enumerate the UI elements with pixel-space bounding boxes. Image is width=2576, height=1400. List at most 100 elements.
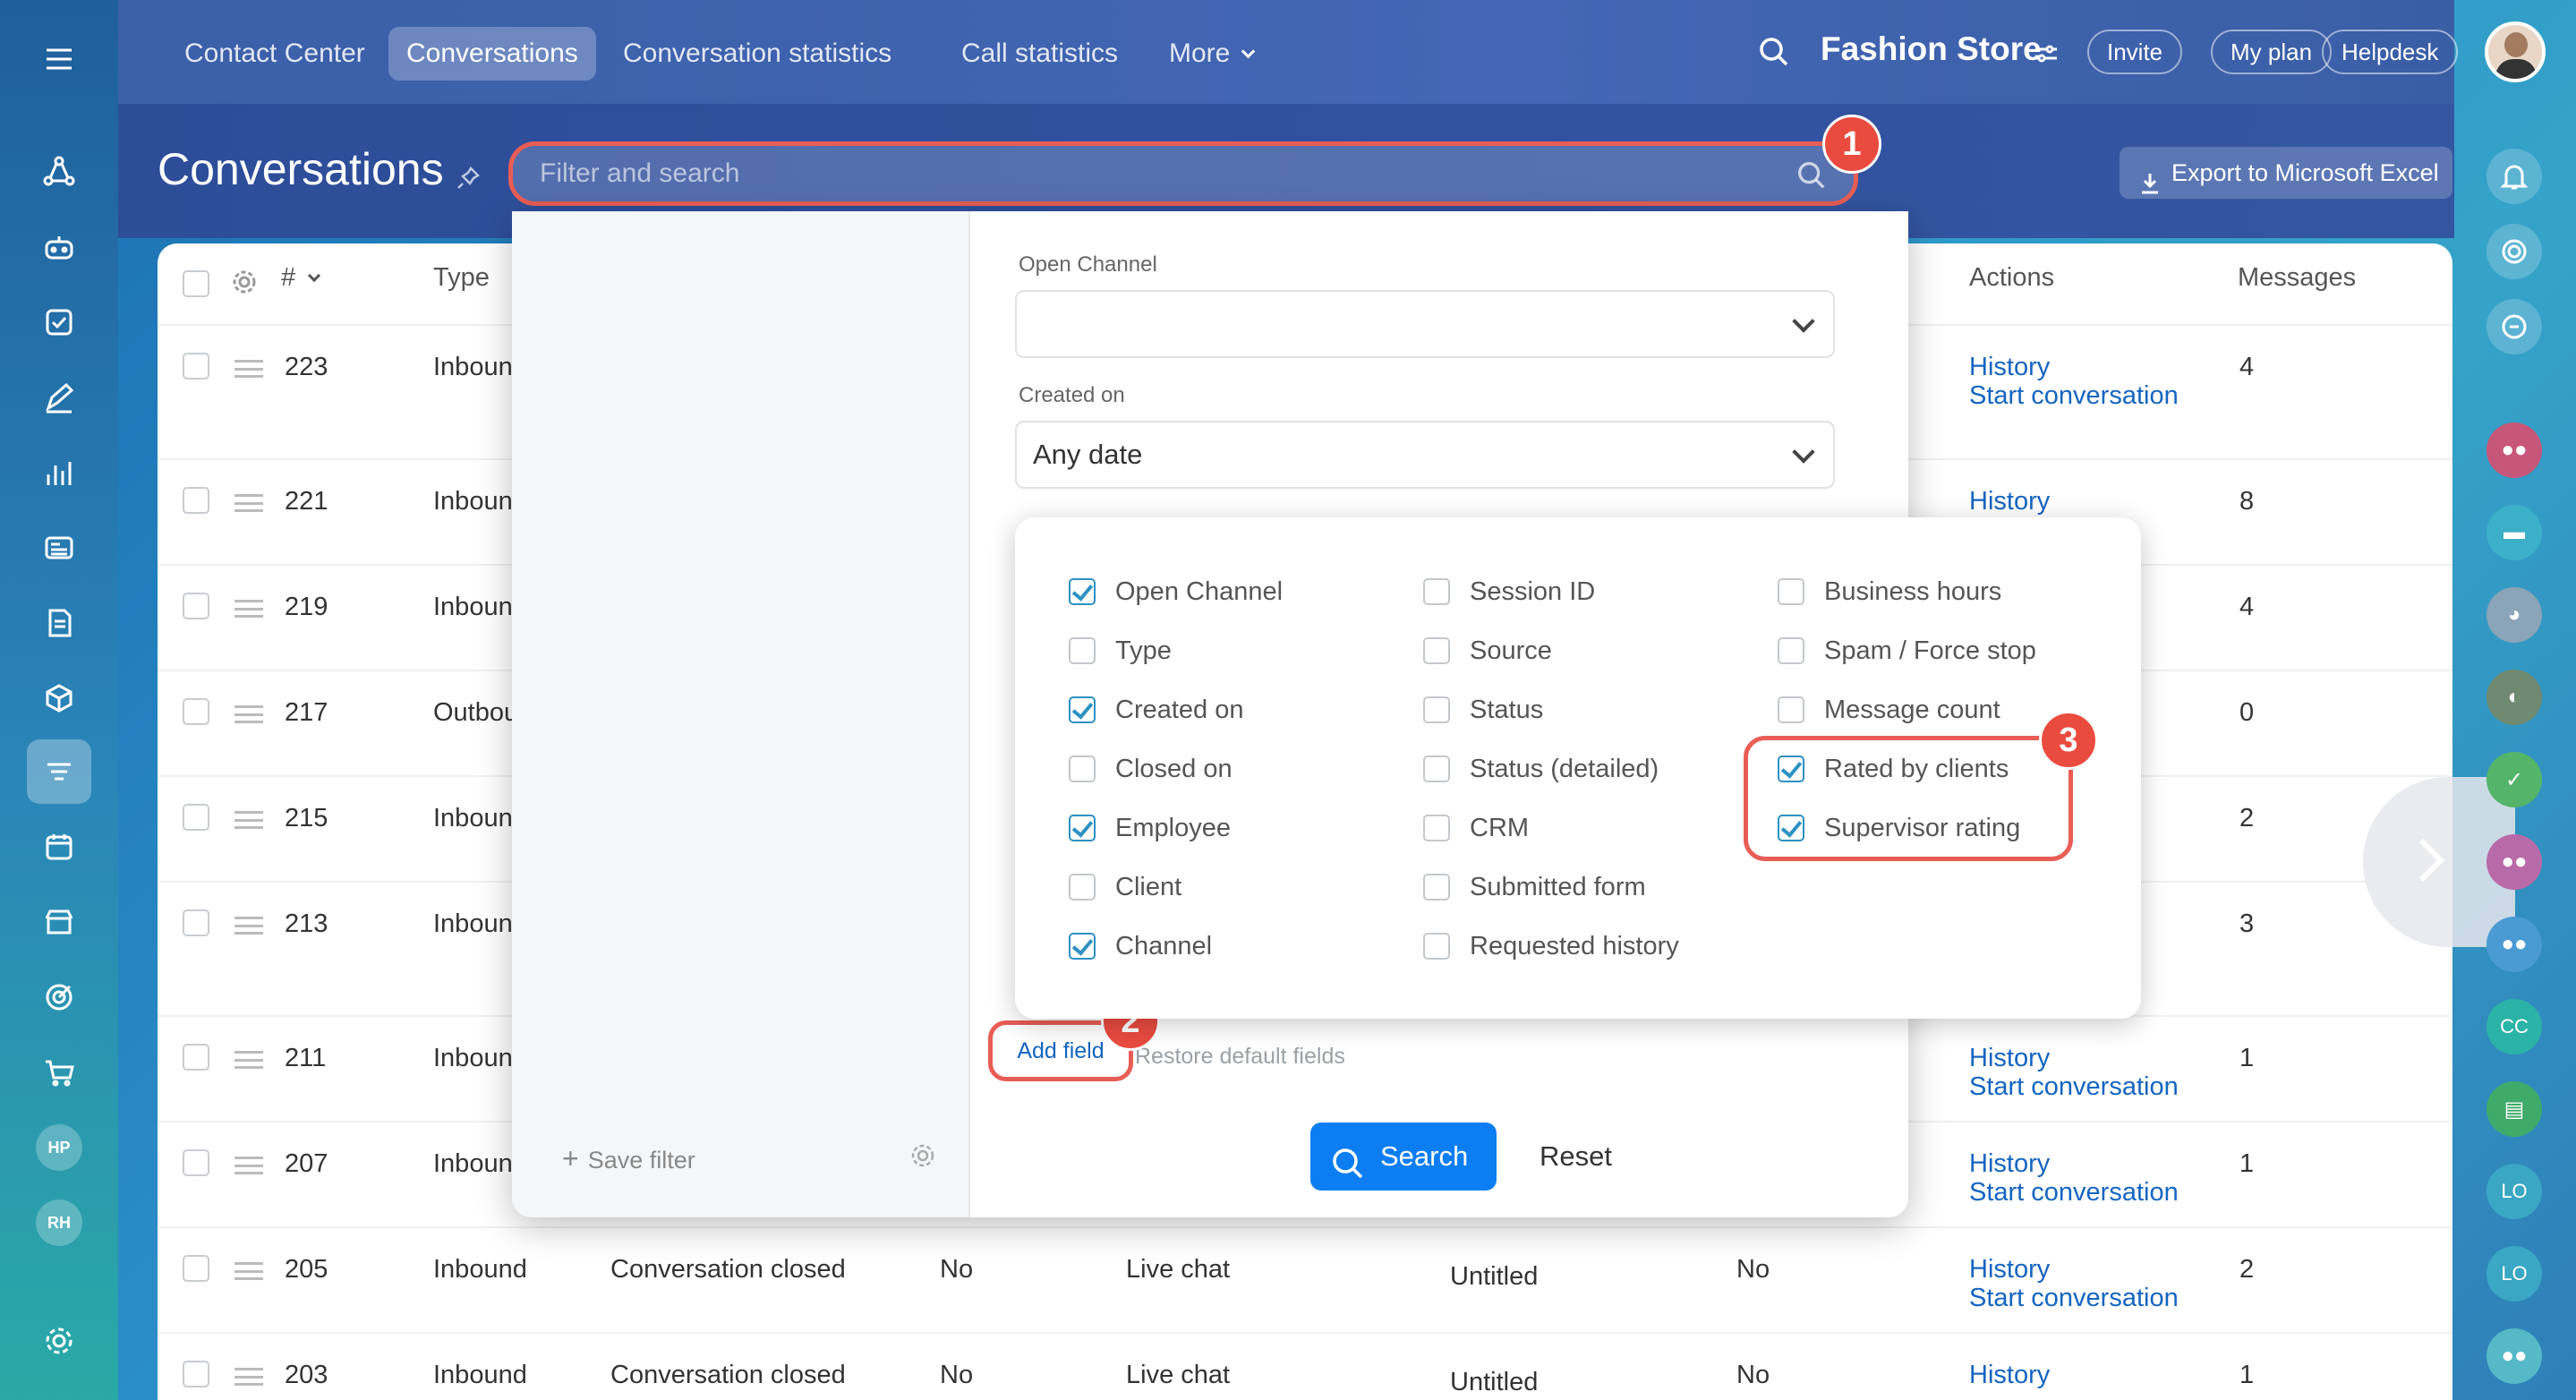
user-avatar[interactable] xyxy=(2485,21,2546,82)
search-icon[interactable] xyxy=(1756,34,1792,74)
filter-search-button[interactable]: Search xyxy=(1310,1123,1497,1191)
field-option-employee[interactable]: Employee xyxy=(1069,813,1231,843)
crm-icon[interactable] xyxy=(27,140,91,204)
history-link[interactable]: History xyxy=(1969,353,2050,382)
drag-handle-icon[interactable] xyxy=(235,1262,263,1280)
history-link[interactable]: History xyxy=(1969,1361,2050,1390)
start-conversation-link[interactable]: Start conversation xyxy=(1969,381,2179,411)
field-option-status-detailed-[interactable]: Status (detailed) xyxy=(1423,754,1659,784)
filter-settings-icon[interactable] xyxy=(909,1142,936,1174)
column-header-actions[interactable]: Actions xyxy=(1969,263,2054,293)
filter-search-box[interactable] xyxy=(508,141,1858,206)
field-option-submitted-form[interactable]: Submitted form xyxy=(1423,872,1646,902)
table-row[interactable]: 205 Inbound Conversation closed No Live chat… xyxy=(158,1226,2452,1332)
open-channel-chat-icon[interactable]: ▬ xyxy=(2486,505,2542,560)
avatar-cc[interactable]: CC xyxy=(2486,999,2542,1054)
settings-icon[interactable] xyxy=(27,1309,91,1373)
store-settings-icon[interactable] xyxy=(2034,43,2059,69)
drag-handle-icon[interactable] xyxy=(235,1051,263,1069)
team-avatar-icon[interactable]: ●● xyxy=(2486,834,2542,890)
row-checkbox[interactable] xyxy=(183,487,209,514)
contact-center-icon[interactable] xyxy=(27,739,91,804)
column-header-messages[interactable]: Messages xyxy=(2238,263,2356,293)
tasks-icon[interactable] xyxy=(27,290,91,354)
search-icon[interactable] xyxy=(1795,158,1829,197)
copilot-icon[interactable] xyxy=(27,215,91,279)
people-avatar-icon[interactable]: ●● xyxy=(2486,917,2542,972)
checkbox[interactable] xyxy=(1069,815,1096,841)
filter-search-input[interactable] xyxy=(540,146,1775,201)
field-option-channel[interactable]: Channel xyxy=(1069,931,1212,961)
chat-search-icon[interactable] xyxy=(2486,299,2542,354)
avatar-lo-1[interactable]: LO xyxy=(2486,1164,2542,1219)
field-option-type[interactable]: Type xyxy=(1069,636,1172,666)
field-option-message-count[interactable]: Message count xyxy=(1778,695,2000,725)
news-icon[interactable] xyxy=(27,516,91,580)
checkbox[interactable] xyxy=(1423,874,1450,901)
checkbox[interactable] xyxy=(1069,637,1096,664)
drag-handle-icon[interactable] xyxy=(235,1368,263,1386)
field-option-source[interactable]: Source xyxy=(1423,636,1552,666)
select-all-checkbox[interactable] xyxy=(183,270,209,297)
row-checkbox[interactable] xyxy=(183,593,209,619)
filter-reset-button[interactable]: Reset xyxy=(1540,1123,1612,1191)
start-conversation-link[interactable]: Start conversation xyxy=(1969,1284,2179,1313)
start-conversation-link[interactable]: Start conversation xyxy=(1969,1178,2179,1208)
group-icon[interactable]: ●● xyxy=(2486,1328,2542,1384)
row-checkbox[interactable] xyxy=(183,1255,209,1282)
field-option-status[interactable]: Status xyxy=(1423,695,1543,725)
user-photo-avatar-icon[interactable]: ◐ xyxy=(2486,670,2542,725)
documents-icon[interactable] xyxy=(27,591,91,655)
history-link[interactable]: History xyxy=(1969,1149,2050,1179)
target-icon[interactable] xyxy=(2486,224,2542,279)
row-checkbox[interactable] xyxy=(183,1044,209,1071)
avatar-lo-2[interactable]: LO xyxy=(2486,1246,2542,1302)
created-on-select[interactable]: Any date xyxy=(1015,421,1835,489)
avatar-hp[interactable]: HP xyxy=(36,1124,82,1171)
sign-icon[interactable] xyxy=(27,365,91,430)
row-checkbox[interactable] xyxy=(183,1361,209,1387)
marketing-icon[interactable] xyxy=(27,965,91,1029)
checkbox[interactable] xyxy=(1778,578,1804,605)
pin-icon[interactable] xyxy=(455,165,482,196)
restore-default-fields-link[interactable]: Restore default fields xyxy=(1135,1044,1345,1070)
nav-conversations[interactable]: Conversations xyxy=(388,27,596,81)
column-header-num[interactable]: # xyxy=(281,263,321,293)
tasks-chat-icon[interactable]: ✓ xyxy=(2486,752,2542,807)
drag-handle-icon[interactable] xyxy=(235,705,263,723)
field-option-business-hours[interactable]: Business hours xyxy=(1778,576,2001,607)
checkbox[interactable] xyxy=(1423,637,1450,664)
bell-icon[interactable] xyxy=(2486,149,2542,204)
helpdesk-button[interactable]: Helpdesk xyxy=(2322,30,2459,74)
save-filter-button[interactable]: + Save filter xyxy=(562,1142,695,1175)
field-option-crm[interactable]: CRM xyxy=(1423,813,1529,843)
checkbox[interactable] xyxy=(1423,815,1450,841)
drag-handle-icon[interactable] xyxy=(235,600,263,618)
drag-handle-icon[interactable] xyxy=(235,917,263,935)
checkbox[interactable] xyxy=(1069,578,1096,605)
field-option-closed-on[interactable]: Closed on xyxy=(1069,754,1233,784)
nav-conversation-statistics[interactable]: Conversation statistics xyxy=(605,27,909,81)
row-checkbox[interactable] xyxy=(183,804,209,831)
invite-button[interactable]: Invite xyxy=(2087,30,2183,74)
history-link[interactable]: History xyxy=(1969,1044,2050,1073)
row-checkbox[interactable] xyxy=(183,1149,209,1176)
table-row[interactable]: 203 Inbound Conversation closed No Live chat… xyxy=(158,1332,2452,1400)
my-plan-button[interactable]: My plan xyxy=(2211,30,2333,74)
store-icon[interactable] xyxy=(27,890,91,954)
field-option-created-on[interactable]: Created on xyxy=(1069,695,1244,725)
checkbox[interactable] xyxy=(1069,874,1096,901)
column-header-type[interactable]: Type xyxy=(433,263,490,293)
start-conversation-link[interactable]: Start conversation xyxy=(1969,1072,2179,1102)
drag-handle-icon[interactable] xyxy=(235,360,263,378)
avatar-rh[interactable]: RH xyxy=(36,1199,82,1246)
nav-call-statistics[interactable]: Call statistics xyxy=(943,27,1136,81)
nav-more[interactable]: More xyxy=(1151,27,1273,81)
notes-chat-icon[interactable]: ▤ xyxy=(2486,1081,2542,1137)
history-link[interactable]: History xyxy=(1969,487,2050,516)
checkbox[interactable] xyxy=(1423,933,1450,960)
row-checkbox[interactable] xyxy=(183,353,209,380)
menu-icon[interactable] xyxy=(27,27,91,91)
field-option-spam-force-stop[interactable]: Spam / Force stop xyxy=(1778,636,2036,666)
field-option-requested-history[interactable]: Requested history xyxy=(1423,931,1679,961)
